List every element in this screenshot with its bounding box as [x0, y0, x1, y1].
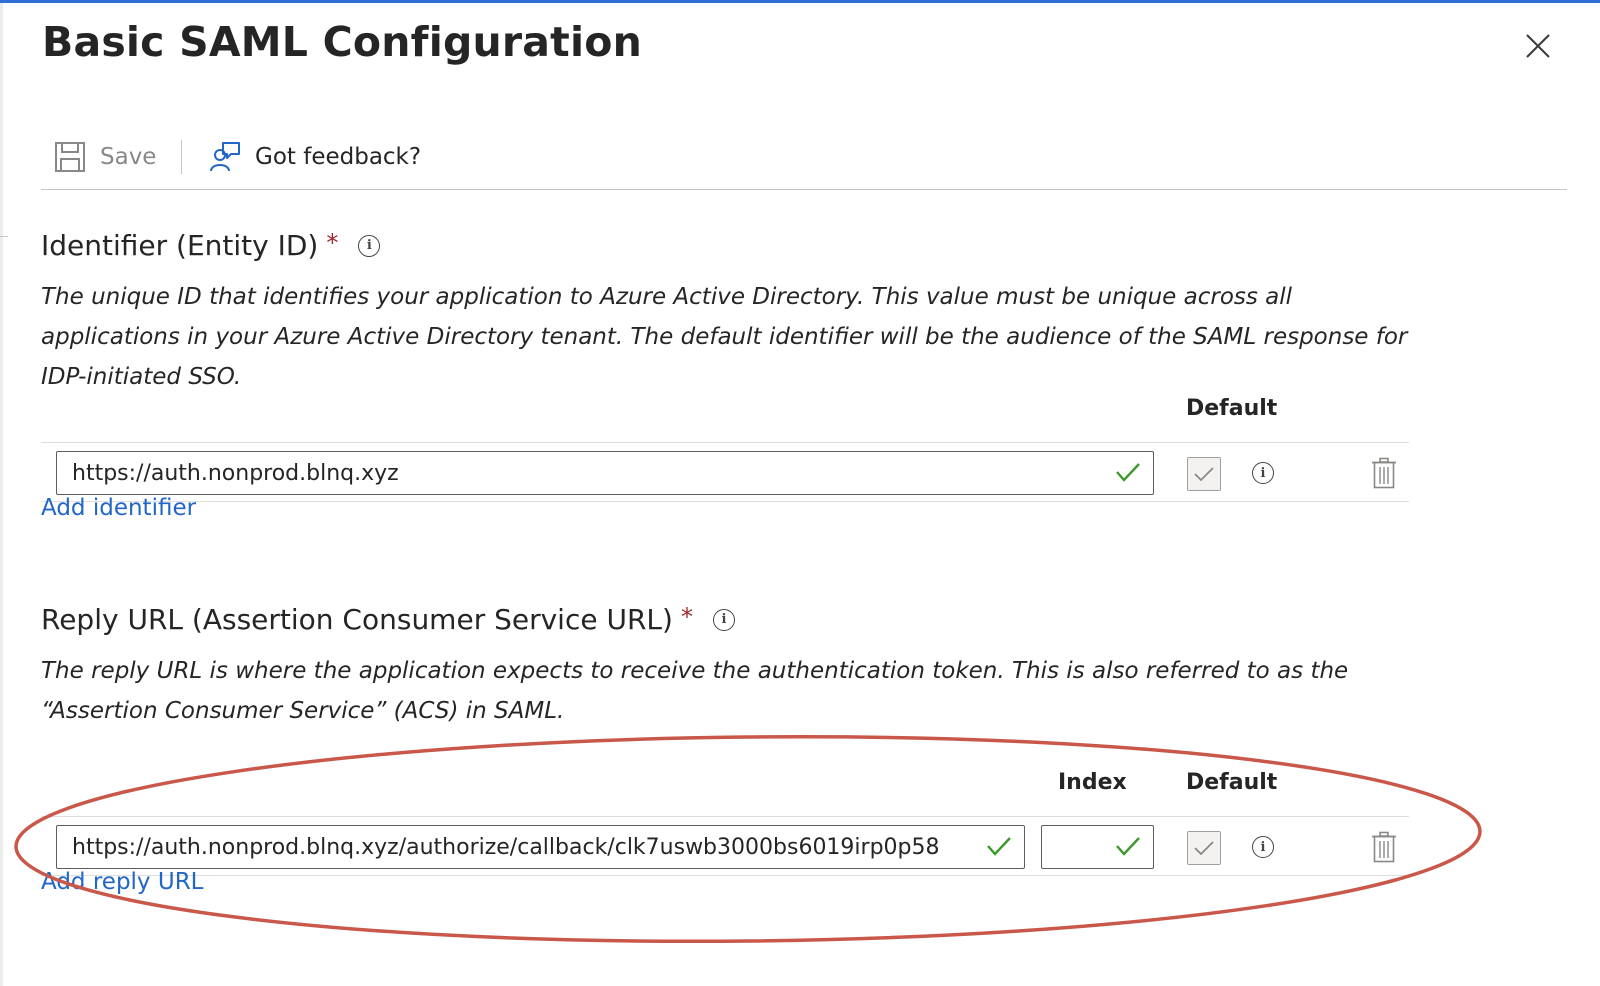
left-edge [0, 3, 3, 986]
reply-url-index-input[interactable] [1041, 825, 1154, 869]
save-label: Save [100, 144, 157, 170]
reply-url-input-value: https://auth.nonprod.blnq.xyz/authorize/… [72, 834, 940, 860]
add-reply-url-link[interactable]: Add reply URL [41, 869, 203, 895]
command-bar: Save Got feedback? [41, 132, 1567, 190]
reply-url-index-header: Index [1058, 770, 1127, 795]
checkmark-icon [1116, 837, 1140, 856]
identifier-default-checkbox[interactable] [1187, 457, 1221, 491]
reply-url-default-header: Default [1186, 770, 1278, 795]
reply-url-input[interactable]: https://auth.nonprod.blnq.xyz/authorize/… [56, 825, 1025, 869]
reply-url-description: The reply URL is where the application e… [41, 658, 1349, 724]
left-edge-tick [0, 236, 8, 237]
feedback-label: Got feedback? [255, 144, 422, 170]
info-icon[interactable]: i [1252, 836, 1274, 858]
info-icon[interactable]: i [712, 608, 735, 631]
feedback-button[interactable]: Got feedback? [209, 138, 421, 176]
identifier-description: The unique ID that identifies your appli… [41, 284, 1408, 390]
feedback-icon [210, 142, 240, 172]
identifier-default-header: Default [1186, 396, 1278, 421]
required-asterisk: * [680, 602, 693, 631]
checkmark-icon [1116, 463, 1140, 482]
save-button[interactable]: Save [54, 138, 156, 176]
reply-url-default-checkbox[interactable] [1187, 831, 1221, 865]
reply-url-section-title: Reply URL (Assertion Consumer Service UR… [41, 603, 735, 636]
info-icon[interactable]: i [358, 234, 381, 257]
reply-url-row: https://auth.nonprod.blnq.xyz/authorize/… [41, 816, 1409, 876]
add-identifier-link[interactable]: Add identifier [41, 495, 196, 521]
checkmark-icon [987, 837, 1011, 856]
save-icon [55, 142, 85, 172]
close-icon [1526, 34, 1550, 58]
reply-url-title-text: Reply URL (Assertion Consumer Service UR… [41, 603, 673, 636]
identifier-input-value: https://auth.nonprod.blnq.xyz [72, 460, 399, 486]
trash-icon[interactable] [1371, 457, 1397, 489]
checkbox-check-icon [1194, 467, 1214, 482]
identifier-title-text: Identifier (Entity ID) [41, 229, 319, 262]
close-button[interactable] [1522, 30, 1554, 62]
checkbox-check-icon [1194, 841, 1214, 856]
identifier-row: https://auth.nonprod.blnq.xyz i [41, 442, 1409, 502]
page-title: Basic SAML Configuration [42, 18, 642, 66]
info-icon[interactable]: i [1252, 462, 1274, 484]
trash-icon[interactable] [1371, 831, 1397, 863]
identifier-input[interactable]: https://auth.nonprod.blnq.xyz [56, 451, 1154, 495]
toolbar-separator [181, 140, 182, 174]
required-asterisk: * [326, 228, 339, 257]
top-accent-bar [0, 0, 1600, 3]
identifier-section-title: Identifier (Entity ID) * i [41, 228, 381, 262]
